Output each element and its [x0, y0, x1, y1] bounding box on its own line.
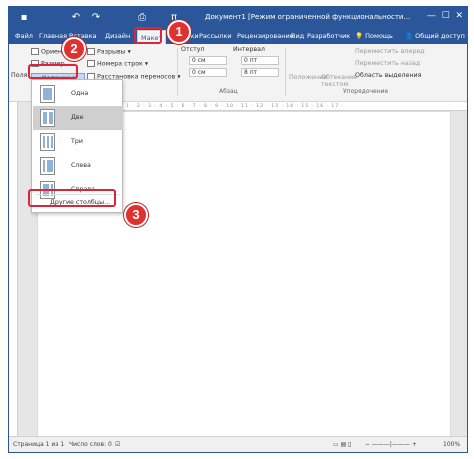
columns-option-label: Три — [71, 138, 83, 145]
indent-title: Отступ — [181, 46, 205, 53]
page-counter[interactable]: Страница 1 из 1 — [13, 441, 64, 448]
highlight-more-columns — [28, 189, 116, 207]
orientation-icon — [31, 48, 39, 55]
tell-me-box[interactable]: 💡 Помощь — [355, 32, 393, 40]
left-column-icon — [40, 157, 55, 175]
tab-mailings[interactable]: Рассылки — [199, 32, 232, 40]
tab-review[interactable]: Рецензирование — [237, 32, 294, 40]
columns-option-one[interactable]: Одна — [33, 82, 123, 106]
send-backward-button[interactable]: Переместить назад — [355, 60, 420, 67]
spacing-after-input[interactable]: 8 пт — [241, 68, 279, 77]
tab-view[interactable]: Вид — [291, 32, 304, 40]
columns-option-two[interactable]: Две — [33, 106, 123, 130]
indent-right-input[interactable]: 0 см — [189, 68, 227, 77]
proofing-icon[interactable]: ☑ — [115, 441, 120, 448]
ribbon-separator — [285, 48, 286, 96]
print-icon[interactable]: ⎙ — [135, 11, 149, 25]
tab-file[interactable]: Файл — [15, 32, 33, 40]
step-badge-3: 3 — [124, 203, 148, 227]
spacing-title: Интервал — [233, 46, 265, 53]
tab-design[interactable]: Дизайн — [105, 32, 130, 40]
paragraph-group-label: Абзац — [219, 88, 238, 95]
ribbon-separator — [177, 48, 178, 96]
word-count[interactable]: Число слов: 0 — [69, 441, 112, 448]
tell-me-label: Помощь — [365, 32, 393, 40]
breaks-icon — [87, 48, 95, 55]
step-badge-1: 1 — [167, 20, 191, 44]
spacing-before-input[interactable]: 0 пт — [241, 56, 279, 65]
zoom-slider[interactable]: − ———|——— + — [365, 441, 417, 448]
highlight-columns-button — [28, 64, 78, 79]
share-label: Общий доступ — [415, 32, 465, 40]
horizontal-ruler[interactable]: · 1 · 2 · 3 · 4 · 5 · 6 · 7 · 8 · 9 · 10… — [121, 102, 467, 111]
columns-option-label: Две — [71, 114, 84, 121]
save-icon[interactable]: ▪ — [17, 11, 31, 25]
line-numbers-label: Номера строк — [97, 60, 143, 68]
three-columns-icon — [40, 133, 55, 151]
close-button[interactable]: ✕ — [455, 11, 463, 21]
vertical-ruler[interactable] — [9, 102, 18, 438]
columns-option-label: Слева — [71, 162, 91, 169]
wrap-text-button[interactable]: Обтекание текстом — [321, 74, 357, 88]
columns-option-left[interactable]: Слева — [33, 154, 123, 178]
minimize-button[interactable]: — — [427, 11, 436, 21]
one-column-icon — [40, 85, 55, 103]
columns-option-three[interactable]: Три — [33, 130, 123, 154]
breaks-label: Разрывы — [97, 48, 126, 56]
title-bar: ▪ ↶ ↷ ⎙ π Документ1 [Режим ограниченной … — [9, 7, 467, 29]
window-controls[interactable]: — ☐ ✕ — [427, 11, 463, 21]
highlight-layout-tab — [134, 27, 162, 44]
bring-forward-button[interactable]: Переместить вперед — [355, 48, 425, 55]
document-title: Документ1 [Режим ограниченной функционал… — [205, 13, 411, 21]
arrange-group-label: Упорядочение — [343, 88, 389, 95]
step-badge-2: 2 — [62, 37, 86, 61]
columns-option-label: Одна — [71, 90, 89, 97]
line-numbers-icon — [87, 60, 95, 67]
redo-icon[interactable]: ↷ — [89, 11, 103, 25]
view-buttons[interactable]: ▭ ▤ ▯ — [333, 441, 351, 448]
tab-developer[interactable]: Разработчик — [307, 32, 350, 40]
fields-button[interactable]: Поля — [11, 72, 27, 79]
maximize-button[interactable]: ☐ — [442, 11, 450, 21]
undo-icon[interactable]: ↶ — [69, 11, 83, 25]
breaks-button[interactable]: Разрывы ▾ — [87, 48, 131, 56]
indent-left-input[interactable]: 0 см — [189, 56, 227, 65]
two-columns-icon — [40, 109, 55, 127]
line-numbers-button[interactable]: Номера строк ▾ — [87, 60, 148, 68]
status-bar: Страница 1 из 1 Число слов: 0 ☑ ▭ ▤ ▯ − … — [9, 436, 467, 452]
tab-home[interactable]: Главная — [39, 32, 67, 40]
share-button[interactable]: 👤 Общий доступ — [405, 32, 465, 40]
zoom-level[interactable]: 100% — [443, 441, 460, 448]
selection-pane-button[interactable]: Область выделения — [355, 72, 421, 79]
